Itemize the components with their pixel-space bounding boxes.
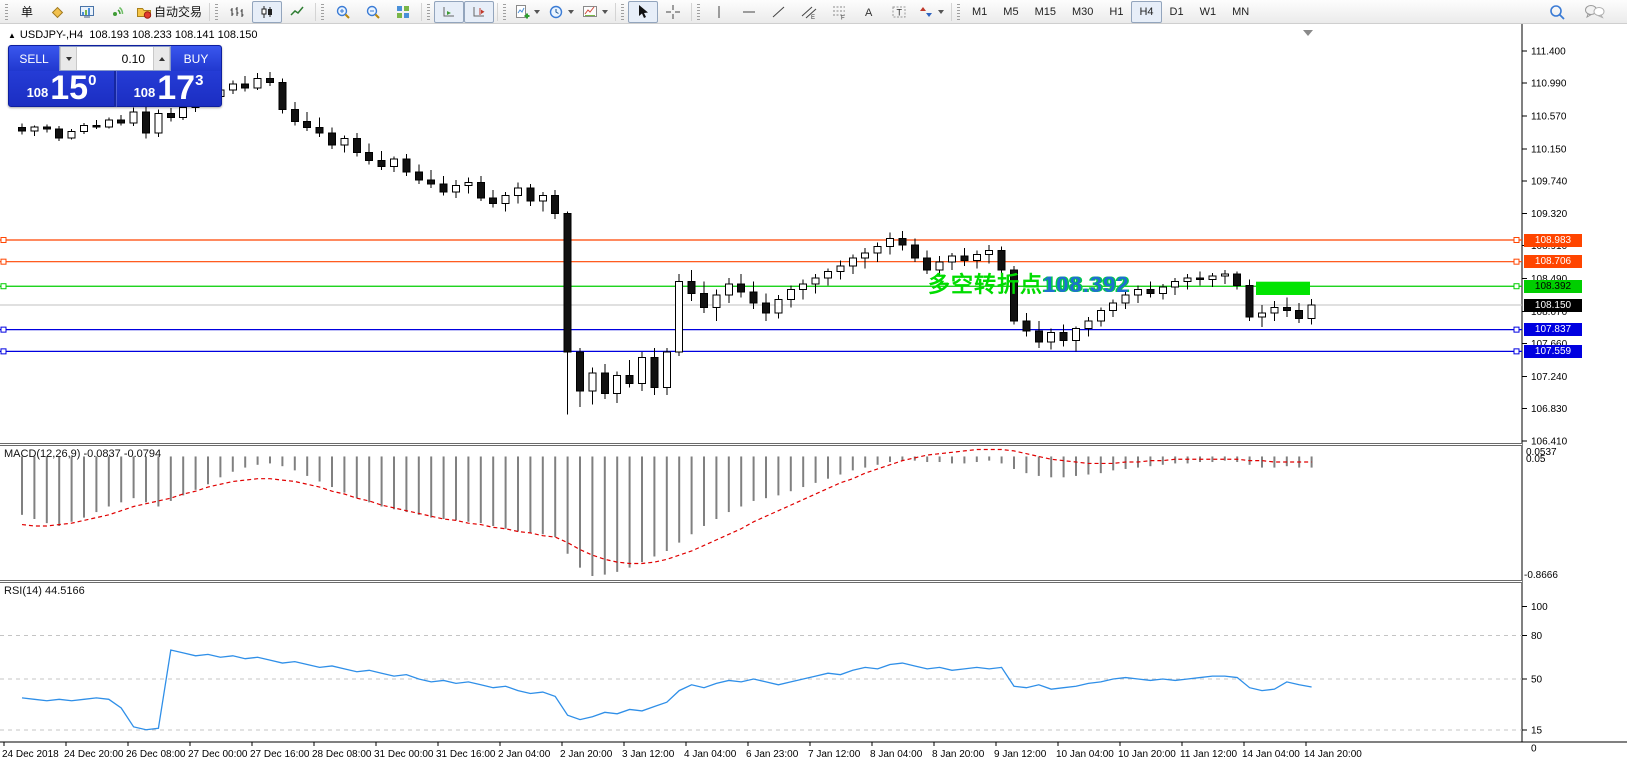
svg-text:9 Jan 12:00: 9 Jan 12:00 [994, 749, 1047, 760]
chart-graphics: 111.400 110.990 110.570 110.150 109.740 109.3… [0, 0, 1627, 768]
price-level-label-108.392: 108.392 [1524, 280, 1582, 293]
sell-button[interactable]: SELL [9, 46, 59, 71]
sell-price-display[interactable]: 108 15 0 [9, 71, 114, 107]
svg-text:107.240: 107.240 [1531, 372, 1568, 383]
line-right-handle[interactable] [1514, 284, 1519, 289]
svg-text:3 Jan 12:00: 3 Jan 12:00 [622, 749, 675, 760]
svg-text:8 Jan 04:00: 8 Jan 04:00 [870, 749, 923, 760]
svg-text:109.320: 109.320 [1531, 209, 1568, 220]
price-level-label-108.983: 108.983 [1524, 234, 1582, 247]
volume-stepper: 0.10 [59, 46, 171, 71]
buy-price-display[interactable]: 108 17 3 [116, 71, 221, 107]
rsi-panel: 100 80 50 15 0 [0, 602, 1548, 755]
line-left-handle[interactable] [1, 327, 6, 332]
svg-text:28 Dec 08:00: 28 Dec 08:00 [312, 749, 372, 760]
svg-text:11 Jan 12:00: 11 Jan 12:00 [1180, 749, 1238, 760]
volume-increase-button[interactable] [153, 47, 170, 70]
line-right-handle[interactable] [1514, 238, 1519, 243]
svg-text:10 Jan 04:00: 10 Jan 04:00 [1056, 749, 1114, 760]
svg-text:-0.8666: -0.8666 [1524, 570, 1558, 581]
chart-symbol-label: ▲ USDJPY-,H4 108.193 108.233 108.141 108.… [8, 29, 257, 41]
price-level-label-107.559: 107.559 [1524, 345, 1582, 358]
svg-text:0.05: 0.05 [1526, 454, 1546, 465]
svg-text:26 Dec 08:00: 26 Dec 08:00 [126, 749, 186, 760]
time-axis: 24 Dec 201824 Dec 20:0026 Dec 08:0027 De… [2, 742, 1362, 760]
svg-text:31 Dec 16:00: 31 Dec 16:00 [436, 749, 496, 760]
chart-shift-marker-icon[interactable] [1303, 30, 1313, 36]
highlight-rectangle[interactable] [1256, 282, 1310, 295]
svg-text:2 Jan 20:00: 2 Jan 20:00 [560, 749, 613, 760]
svg-text:80: 80 [1531, 631, 1543, 642]
chevron-up-icon [159, 57, 165, 61]
price-level-label-108.706: 108.706 [1524, 255, 1582, 268]
svg-text:109.740: 109.740 [1531, 176, 1568, 187]
annotation-price-text: 108.392 [1043, 272, 1130, 297]
buy-price-big: 17 [157, 73, 195, 103]
collapse-arrow-icon[interactable]: ▲ [8, 31, 16, 40]
sell-price-base: 108 [27, 85, 49, 100]
buy-button[interactable]: BUY [171, 46, 221, 71]
mt4-window: 单自动交易EFATM1M5M15M30H1H4D1W1MN 111.400110… [0, 0, 1627, 768]
panel-separator[interactable] [0, 443, 1522, 446]
svg-text:6 Jan 23:00: 6 Jan 23:00 [746, 749, 799, 760]
candlestick-series [19, 72, 1316, 415]
line-left-handle[interactable] [1, 238, 6, 243]
svg-text:14 Jan 04:00: 14 Jan 04:00 [1242, 749, 1300, 760]
svg-text:31 Dec 00:00: 31 Dec 00:00 [374, 749, 434, 760]
svg-text:110.570: 110.570 [1531, 111, 1567, 122]
chevron-down-icon [66, 57, 72, 61]
svg-text:14 Jan 20:00: 14 Jan 20:00 [1304, 749, 1362, 760]
svg-text:50: 50 [1531, 675, 1543, 686]
svg-text:110.150: 110.150 [1531, 144, 1567, 155]
rsi-line [22, 650, 1312, 730]
price-level-label-107.837: 107.837 [1524, 323, 1582, 336]
svg-text:24 Dec 20:00: 24 Dec 20:00 [64, 749, 124, 760]
line-left-handle[interactable] [1, 284, 6, 289]
one-click-trading-panel: SELL 0.10 BUY 108 15 0 108 17 3 [8, 45, 222, 107]
svg-text:4 Jan 04:00: 4 Jan 04:00 [684, 749, 737, 760]
macd-indicator-label: MACD(12,26,9) -0.0837 -0.0794 [4, 448, 161, 460]
line-right-handle[interactable] [1514, 327, 1519, 332]
buy-price-base: 108 [134, 85, 156, 100]
svg-text:7 Jan 12:00: 7 Jan 12:00 [808, 749, 861, 760]
svg-text:27 Dec 16:00: 27 Dec 16:00 [250, 749, 310, 760]
line-left-handle[interactable] [1, 259, 6, 264]
price-axis: 111.400 110.990 110.570 110.150 109.740 109.3… [1522, 47, 1568, 448]
line-right-handle[interactable] [1514, 349, 1519, 354]
buy-price-sup: 3 [195, 72, 203, 89]
svg-text:15: 15 [1531, 725, 1543, 736]
current-price-label: 108.150 [1524, 299, 1582, 312]
volume-decrease-button[interactable] [60, 47, 77, 70]
line-right-handle[interactable] [1514, 259, 1519, 264]
annotation-chinese-text: 多空转折点 [928, 272, 1043, 297]
svg-text:2 Jan 04:00: 2 Jan 04:00 [498, 749, 551, 760]
sell-price-sup: 0 [88, 72, 96, 89]
macd-panel: 0.05370.05-0.8666 [22, 447, 1558, 581]
ohlc-values: 108.193 108.233 108.141 108.150 [89, 29, 257, 41]
svg-text:10 Jan 20:00: 10 Jan 20:00 [1118, 749, 1176, 760]
svg-text:24 Dec 2018: 24 Dec 2018 [2, 749, 59, 760]
line-left-handle[interactable] [1, 349, 6, 354]
horizontal-lines [0, 238, 1522, 354]
svg-text:27 Dec 00:00: 27 Dec 00:00 [188, 749, 248, 760]
sell-price-big: 15 [50, 73, 88, 103]
svg-text:0: 0 [1531, 744, 1537, 755]
svg-text:110.990: 110.990 [1531, 79, 1567, 90]
chart-annotation-text: 多空转折点108.392 [928, 267, 1130, 299]
panel-separator[interactable] [0, 580, 1522, 583]
rsi-indicator-label: RSI(14) 44.5166 [4, 585, 85, 597]
svg-text:8 Jan 20:00: 8 Jan 20:00 [932, 749, 985, 760]
volume-input[interactable]: 0.10 [77, 47, 153, 70]
svg-text:111.400: 111.400 [1531, 47, 1566, 58]
svg-text:100: 100 [1531, 602, 1548, 613]
symbol-name: USDJPY-,H4 [20, 29, 83, 41]
svg-text:106.830: 106.830 [1531, 404, 1568, 415]
